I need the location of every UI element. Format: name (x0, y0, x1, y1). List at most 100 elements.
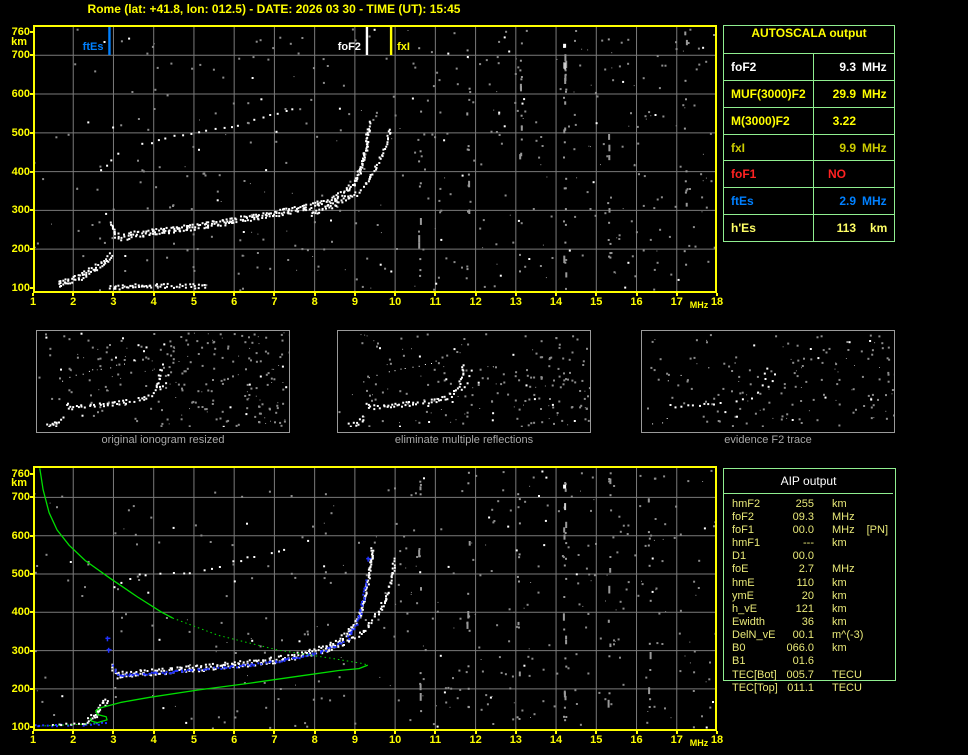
series-second-hop (62, 360, 137, 382)
param-note: [PN] (866, 523, 889, 536)
aip-row-hmf1: hmF1 --- km (732, 536, 902, 549)
param-label: foF1 (724, 161, 814, 188)
x-tick-label: 14 (549, 734, 563, 746)
x-tick-label: 9 (351, 296, 358, 308)
noise-speckle (33, 28, 717, 292)
param-value: NO (828, 167, 846, 182)
y-tick-mark (30, 534, 33, 537)
x-tick-label: 6 (231, 296, 238, 308)
thumbnail-caption-original: original ionogram resized (101, 434, 225, 446)
y-tick-mark (30, 248, 33, 251)
y-tick-mark (30, 131, 33, 134)
rfi-column (562, 482, 568, 722)
y-tick-mark (30, 93, 33, 96)
aip-output-table: hmF2 255 km foF2 09.3 MHz foF1 00.0 MHz [PN] hmF1 -… (732, 497, 902, 694)
thumbnail-evidence-f2 (641, 330, 896, 433)
aip-row-foe: foE 2.7 MHz (732, 563, 902, 576)
x-tick-label: 4 (150, 296, 157, 308)
param-value: 00.0 (792, 550, 814, 563)
param-value: 2.7 (798, 563, 814, 576)
autoscala-row-fof1: foF1 NO (724, 160, 894, 188)
param-label: foF2 (732, 510, 755, 523)
x-tick-label: 5 (190, 296, 197, 308)
series-second-hop (363, 360, 437, 383)
param-unit: MHz (862, 86, 887, 101)
x-tick-mark (72, 731, 75, 734)
series-f-trace-omode (109, 120, 372, 242)
param-label: fxI (724, 134, 814, 161)
x-tick-mark (32, 731, 34, 734)
rfi-column (466, 49, 471, 271)
y-tick-label: 700 (11, 49, 30, 62)
y-tick-mark (30, 687, 33, 690)
param-unit: MHz (862, 59, 887, 74)
x-tick-mark (595, 293, 598, 296)
x-tick-mark (313, 293, 316, 296)
noise-speckle (34, 469, 717, 730)
rfi-column (519, 59, 523, 273)
y-axis-unit-label: km (11, 477, 27, 489)
y-tick-mark (30, 54, 33, 57)
param-value: 00.1 (792, 629, 814, 642)
series-es-slant (58, 252, 114, 288)
x-tick-label: 4 (150, 734, 157, 746)
x-tick-label: 17 (670, 734, 683, 746)
thumbnail-original-ionogram (36, 330, 291, 433)
aip-row-fof1: foF1 00.0 MHz [PN] (732, 523, 902, 536)
bottom-ionogram-profile-plot (33, 466, 717, 731)
param-unit: m^(-3) (832, 629, 864, 642)
series-f-trace-omode (111, 547, 375, 680)
autoscala-app-window: { "title": "Rome (lat: +41.8, lon: 012.5… (0, 0, 968, 755)
x-tick-label: 18 (710, 296, 724, 308)
param-label: hmE (732, 576, 755, 589)
y-tick-label: 400 (11, 606, 30, 619)
x-tick-mark (313, 731, 316, 734)
rfi-column (607, 478, 612, 708)
grid-lines (33, 25, 717, 293)
autoscala-row-m3000f2: M(3000)F2 3.22 (724, 106, 894, 134)
param-unit: MHz (832, 563, 855, 576)
series-blue-isolated-points (105, 556, 372, 653)
y-tick-label: 700 (11, 491, 30, 504)
param-label: foF1 (732, 523, 755, 536)
ftEs-marker: ftEs (83, 25, 111, 55)
x-tick-mark (152, 293, 155, 296)
param-value: 066.0 (786, 642, 814, 655)
param-unit: MHz (862, 194, 887, 209)
aip-table-header: AIP output (780, 474, 837, 488)
x-tick-mark (675, 293, 678, 296)
param-value: 9.3 (839, 59, 856, 74)
param-unit: km (870, 221, 888, 236)
param-label: B1 (732, 655, 746, 668)
x-tick-mark (595, 731, 598, 734)
plot-frame (33, 25, 717, 293)
param-label: hmF1 (732, 537, 761, 550)
series-profile-topside-solid (39, 468, 173, 619)
param-label: ymE (732, 589, 754, 602)
x-tick-label: 16 (630, 296, 643, 308)
param-value: 09.3 (792, 510, 814, 523)
y-tick-label: 100 (11, 281, 30, 294)
param-unit: km (832, 602, 847, 615)
series-x-trace (751, 373, 776, 400)
y-tick-mark (30, 30, 33, 33)
y-tick-mark (30, 572, 33, 575)
x-tick-mark (716, 731, 718, 734)
param-unit: MHz (862, 140, 887, 155)
y-tick-label: 600 (11, 529, 30, 542)
series-f-trace (66, 363, 164, 411)
y-tick-label: 100 (11, 721, 30, 734)
y-tick-label: 400 (11, 165, 30, 178)
thumbnail-original-canvas (38, 332, 291, 428)
y-tick-mark (30, 209, 33, 212)
x-tick-label: 2 (70, 734, 77, 746)
rfi-column (563, 43, 568, 278)
series-es-trace (652, 418, 668, 425)
x-tick-mark (514, 293, 517, 296)
param-label: ftEs (724, 188, 814, 215)
param-value: 00.0 (792, 523, 814, 536)
x-tick-mark (394, 293, 397, 296)
param-label: h'Es (724, 215, 814, 242)
y-tick-label: 200 (11, 243, 30, 256)
series-second-hop (667, 362, 736, 382)
